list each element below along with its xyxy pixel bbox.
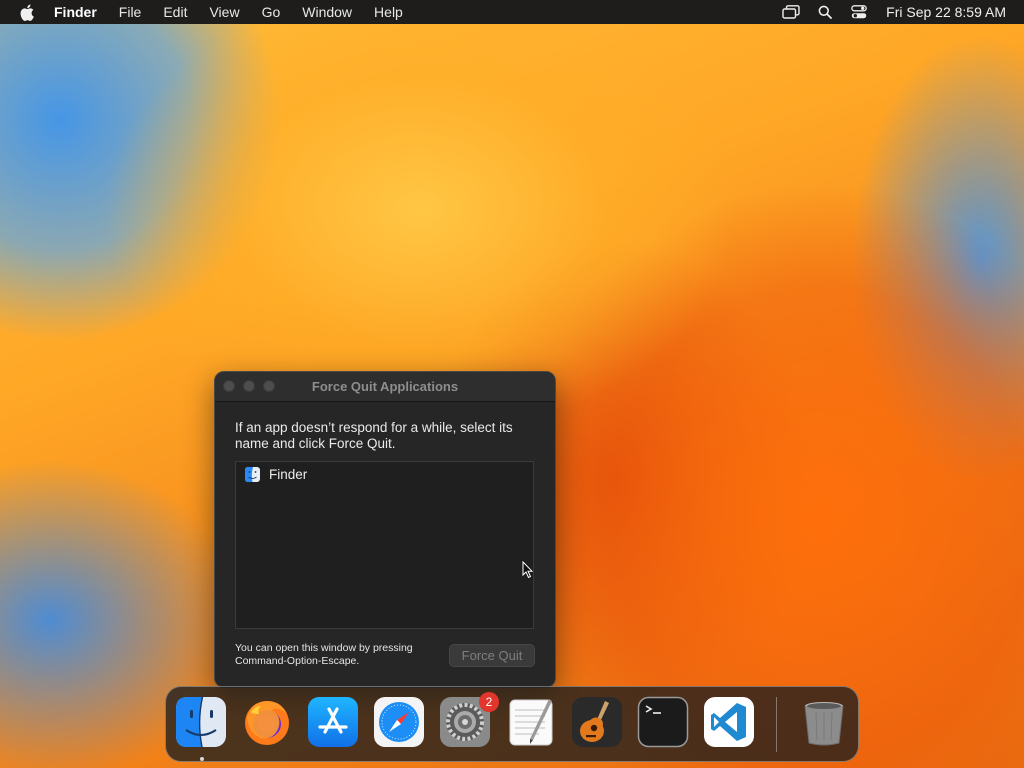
finder-icon: [176, 696, 226, 748]
dock-vscode[interactable]: [703, 696, 755, 748]
vscode-icon: [704, 697, 754, 747]
keyboard-shortcut-hint: You can open this window by pressing Com…: [235, 642, 413, 667]
menu-bar: Finder File Edit View Go Window Help Fri…: [0, 0, 1024, 24]
dock-trash[interactable]: [798, 696, 850, 748]
menu-edit[interactable]: Edit: [152, 0, 198, 24]
menu-go[interactable]: Go: [251, 0, 292, 24]
mouse-cursor-icon: [522, 561, 534, 579]
menu-view[interactable]: View: [198, 0, 250, 24]
dock-garageband[interactable]: [571, 696, 623, 748]
force-quit-button[interactable]: Force Quit: [449, 644, 535, 667]
menu-app-name[interactable]: Finder: [54, 0, 108, 24]
dock-firefox[interactable]: [241, 696, 293, 748]
dock-app-store[interactable]: [307, 696, 359, 748]
trash-icon: [804, 702, 844, 746]
spotlight-search-icon[interactable]: [814, 0, 836, 24]
list-item-finder[interactable]: Finder: [236, 464, 533, 484]
firefox-icon: [245, 701, 289, 745]
dock-terminal[interactable]: [637, 696, 689, 748]
menu-file[interactable]: File: [108, 0, 153, 24]
dock-finder[interactable]: [175, 696, 227, 748]
app-list[interactable]: Finder: [235, 461, 534, 629]
finder-running-indicator: [200, 757, 204, 761]
window-title-bar[interactable]: Force Quit Applications: [215, 372, 555, 402]
force-quit-window: Force Quit Applications If an app doesn’…: [214, 371, 556, 688]
list-item-label: Finder: [269, 466, 308, 482]
apple-menu-icon[interactable]: [18, 4, 36, 21]
menu-window[interactable]: Window: [291, 0, 363, 24]
notification-badge: 2: [479, 692, 499, 712]
dock-textedit[interactable]: [505, 696, 557, 748]
terminal-icon: [637, 696, 689, 748]
menu-bar-clock[interactable]: Fri Sep 22 8:59 AM: [886, 4, 1006, 20]
dock-safari[interactable]: [373, 696, 425, 748]
textedit-icon: [509, 699, 553, 746]
dock: 2: [165, 686, 859, 762]
control-center-icon[interactable]: [848, 0, 870, 24]
menu-help[interactable]: Help: [363, 0, 414, 24]
window-title: Force Quit Applications: [311, 379, 459, 394]
screen-mirroring-icon[interactable]: [780, 0, 802, 24]
force-quit-instructions: If an app doesn’t respond for a while, s…: [235, 420, 513, 451]
dock-separator: [776, 697, 777, 752]
guitar-icon: [572, 697, 622, 747]
safari-icon: [374, 697, 424, 747]
app-store-icon: [308, 697, 358, 747]
finder-icon: [245, 466, 260, 482]
dock-system-settings[interactable]: 2: [439, 692, 499, 748]
